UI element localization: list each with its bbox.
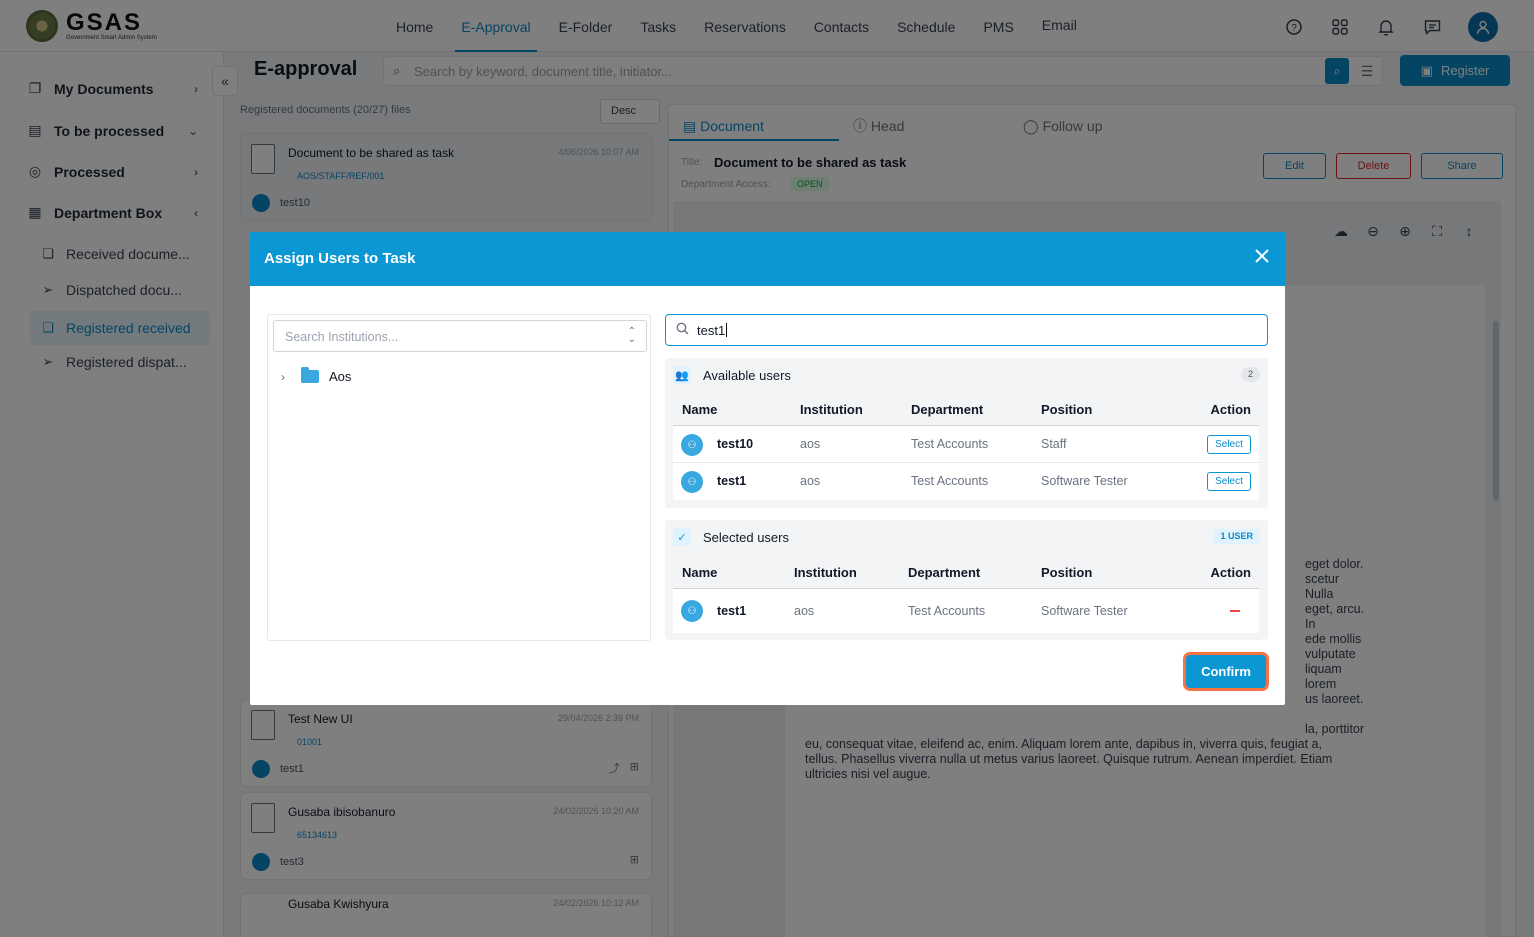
user-search-text: test1	[697, 323, 726, 338]
user-avatar-icon: ⚇	[681, 471, 703, 493]
table-row: ⚇ test10 aos Test Accounts Staff Select	[673, 426, 1259, 463]
col-position: Position	[1041, 402, 1093, 417]
col-action: Action	[1210, 565, 1251, 580]
table-header: Name Institution Department Position Act…	[673, 557, 1259, 589]
user-search-input[interactable]: test1	[665, 314, 1268, 346]
user-position: Software Tester	[1041, 604, 1128, 618]
user-department: Test Accounts	[911, 474, 989, 488]
user-avatar-icon: ⚇	[681, 434, 703, 456]
col-name: Name	[682, 565, 718, 580]
close-icon[interactable]	[1253, 248, 1271, 266]
select-user-button[interactable]: Select	[1207, 435, 1251, 454]
section-title: Selected users	[703, 529, 789, 545]
col-institution: Institution	[800, 402, 863, 417]
user-department: Test Accounts	[908, 604, 986, 618]
user-name: test10	[717, 437, 754, 451]
table-row: ⚇ test1 aos Test Accounts Software Teste…	[673, 589, 1259, 633]
user-name: test1	[717, 604, 747, 618]
col-department: Department	[908, 565, 981, 580]
available-users-table: Name Institution Department Position Act…	[673, 394, 1259, 500]
tree-node-label: Aos	[329, 369, 352, 384]
user-department: Test Accounts	[911, 437, 989, 451]
user-position: Software Tester	[1041, 474, 1128, 488]
table-row: ⚇ test1 aos Test Accounts Software Teste…	[673, 463, 1259, 500]
search-icon	[676, 322, 689, 338]
assign-users-modal: Assign Users to Task Search Institutions…	[250, 232, 1285, 705]
institution-tree-panel: Search Institutions... ⌃ ⌄ › Aos	[267, 314, 651, 641]
col-institution: Institution	[794, 565, 857, 580]
text-caret	[726, 323, 728, 337]
table-header: Name Institution Department Position Act…	[673, 394, 1259, 426]
institution-search-input[interactable]: Search Institutions... ⌃ ⌄	[273, 320, 647, 352]
col-action: Action	[1210, 402, 1251, 417]
user-position: Staff	[1041, 437, 1067, 451]
available-count-badge: 2	[1240, 367, 1260, 382]
available-users-header: 👥 Available users	[673, 366, 791, 384]
selected-users-table: Name Institution Department Position Act…	[673, 557, 1259, 633]
user-avatar-icon: ⚇	[681, 600, 703, 622]
selected-users-section: ✓ Selected users 1 USER Name Institution…	[665, 520, 1268, 640]
user-search-value: test1	[697, 323, 728, 338]
section-title: Available users	[703, 367, 791, 383]
user-institution: aos	[800, 474, 821, 488]
chevron-right-icon[interactable]: ›	[281, 370, 291, 384]
remove-user-button[interactable]	[1230, 610, 1240, 612]
tree-node-aos[interactable]: › Aos	[281, 367, 352, 384]
user-institution: aos	[794, 604, 815, 618]
select-user-button[interactable]: Select	[1207, 472, 1251, 491]
selected-users-header: ✓ Selected users	[673, 528, 789, 546]
col-name: Name	[682, 402, 718, 417]
selected-count-badge: 1 USER	[1213, 529, 1260, 544]
select-arrows-icon: ⌃ ⌄	[627, 326, 636, 345]
col-department: Department	[911, 402, 984, 417]
folder-icon	[301, 367, 319, 383]
user-name: test1	[717, 474, 747, 488]
user-institution: aos	[800, 437, 821, 451]
modal-title: Assign Users to Task	[264, 250, 416, 267]
col-position: Position	[1041, 565, 1093, 580]
confirm-button[interactable]: Confirm	[1183, 652, 1269, 691]
institution-search-placeholder: Search Institutions...	[285, 330, 399, 344]
available-users-section: 👥 Available users 2 Name Institution Dep…	[665, 358, 1268, 508]
modal-header: Assign Users to Task	[250, 232, 1285, 286]
users-icon: 👥	[673, 366, 691, 384]
user-check-icon: ✓	[673, 528, 691, 546]
